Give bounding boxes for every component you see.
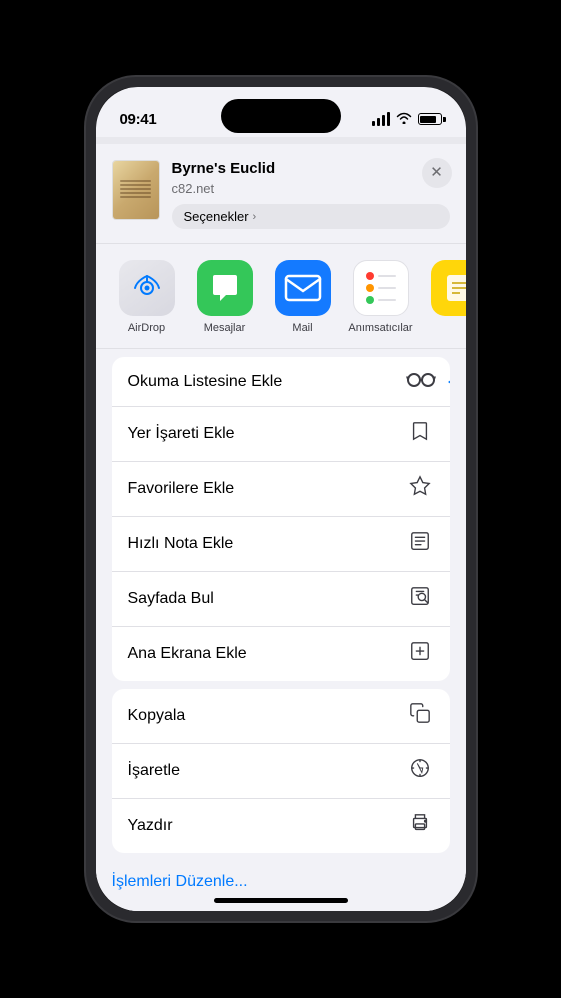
dynamic-island xyxy=(221,99,341,133)
print-icon xyxy=(406,812,434,840)
options-label: Seçenekler xyxy=(184,209,249,224)
home-indicator xyxy=(214,898,348,903)
copy-icon xyxy=(406,702,434,730)
airdrop-icon xyxy=(119,260,175,316)
phone-frame: 09:41 xyxy=(86,77,476,921)
options-button[interactable]: Seçenekler › xyxy=(172,204,450,229)
action-favorites[interactable]: Favorilere Ekle xyxy=(112,462,450,517)
reading-list-label: Okuma Listesine Ekle xyxy=(128,373,283,391)
action-quick-note[interactable]: Hızlı Nota Ekle xyxy=(112,517,450,572)
close-icon: ✕ xyxy=(430,165,443,180)
bookmark-icon xyxy=(406,420,434,448)
action-reading-list[interactable]: Okuma Listesine Ekle xyxy=(112,357,450,407)
find-icon xyxy=(406,585,434,613)
compass-icon xyxy=(406,757,434,785)
glasses-icon xyxy=(406,370,434,393)
find-page-label: Sayfada Bul xyxy=(128,590,214,608)
print-label: Yazdır xyxy=(128,817,173,835)
app-item-reminders[interactable]: Anımsatıcılar xyxy=(346,260,416,334)
signal-icon xyxy=(372,112,390,126)
action-find-page[interactable]: Sayfada Bul xyxy=(112,572,450,627)
reminders-label: Anımsatıcılar xyxy=(348,322,412,334)
chevron-right-icon: › xyxy=(253,211,257,223)
mail-label: Mail xyxy=(292,322,312,334)
star-icon xyxy=(406,475,434,503)
actions-group-2: Kopyala İşaretle xyxy=(112,689,450,853)
wifi-icon xyxy=(396,112,412,127)
book-cover xyxy=(112,160,160,220)
mark-label: İşaretle xyxy=(128,762,180,780)
actions-group-1: Okuma Listesine Ekle xyxy=(112,357,450,681)
quick-note-label: Hızlı Nota Ekle xyxy=(128,535,234,553)
messages-icon xyxy=(197,260,253,316)
screen: 09:41 xyxy=(96,87,466,911)
app-item-airdrop[interactable]: AirDrop xyxy=(112,260,182,334)
reminders-icon xyxy=(353,260,409,316)
action-mark[interactable]: İşaretle xyxy=(112,744,450,799)
book-url: c82.net xyxy=(172,181,450,196)
add-home-label: Ana Ekrana Ekle xyxy=(128,645,247,663)
app-item-messages[interactable]: Mesajlar xyxy=(190,260,260,334)
favorites-label: Favorilere Ekle xyxy=(128,480,235,498)
book-info: Byrne's Euclid c82.net Seçenekler › xyxy=(172,160,450,229)
airdrop-label: AirDrop xyxy=(128,322,165,334)
bookmark-label: Yer İşareti Ekle xyxy=(128,425,235,443)
status-icons xyxy=(372,112,442,127)
copy-label: Kopyala xyxy=(128,707,186,725)
app-item-notes[interactable] xyxy=(424,260,466,316)
arrow-annotation xyxy=(448,374,450,390)
book-header: Byrne's Euclid c82.net Seçenekler › ✕ xyxy=(96,144,466,244)
app-item-mail[interactable]: Mail xyxy=(268,260,338,334)
edit-actions: İşlemleri Düzenle... xyxy=(96,861,466,911)
status-bar: 09:41 xyxy=(96,87,466,137)
battery-icon xyxy=(418,113,442,125)
action-print[interactable]: Yazdır xyxy=(112,799,450,853)
note-icon xyxy=(406,530,434,558)
notes-icon xyxy=(431,260,466,316)
close-button[interactable]: ✕ xyxy=(422,158,452,188)
messages-label: Mesajlar xyxy=(204,322,246,334)
plus-square-icon xyxy=(406,640,434,668)
apps-row: AirDrop Mesajlar xyxy=(96,244,466,349)
action-add-home[interactable]: Ana Ekrana Ekle xyxy=(112,627,450,681)
edit-actions-link[interactable]: İşlemleri Düzenle... xyxy=(112,873,248,890)
share-sheet: Byrne's Euclid c82.net Seçenekler › ✕ xyxy=(96,144,466,911)
mail-icon xyxy=(275,260,331,316)
action-copy[interactable]: Kopyala xyxy=(112,689,450,744)
action-bookmark[interactable]: Yer İşareti Ekle xyxy=(112,407,450,462)
book-title: Byrne's Euclid xyxy=(172,160,450,177)
status-time: 09:41 xyxy=(120,111,157,128)
